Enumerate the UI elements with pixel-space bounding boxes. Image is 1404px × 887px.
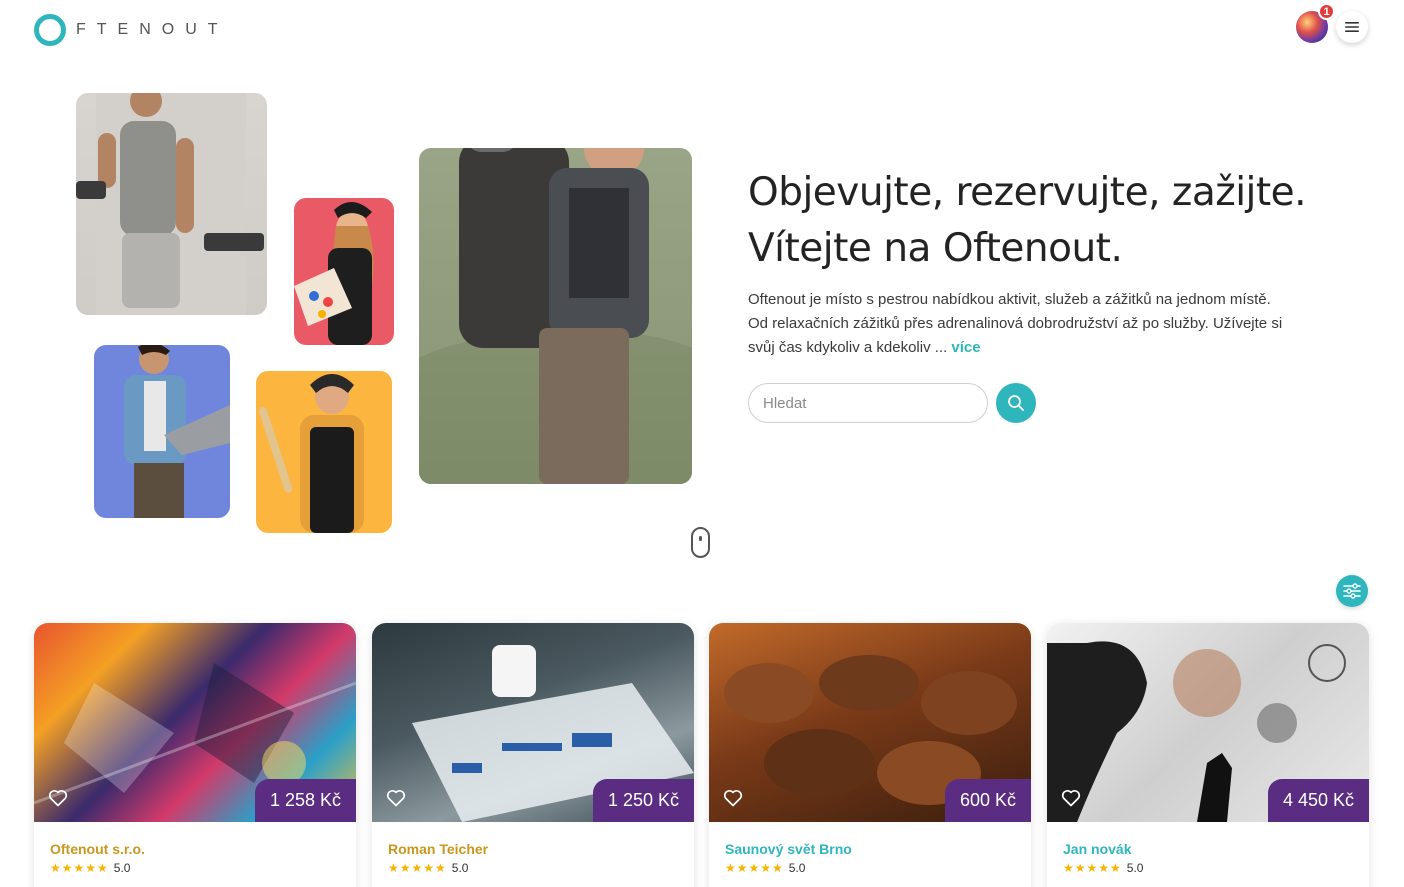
provider-name[interactable]: Jan novák — [1063, 841, 1131, 857]
rating-value: 5.0 — [451, 861, 469, 875]
rating-value: 5.0 — [113, 861, 131, 875]
offer-card[interactable]: 600 Kč Saunový svět Brno ★★★★★ 5.0 — [709, 623, 1031, 887]
favorite-heart-icon[interactable] — [723, 789, 743, 807]
favorite-heart-icon[interactable] — [48, 789, 68, 807]
rating: ★★★★★ 5.0 — [388, 861, 468, 875]
rating: ★★★★★ 5.0 — [725, 861, 805, 875]
rating-value: 5.0 — [1126, 861, 1144, 875]
cooking-person-illustration — [259, 374, 364, 533]
favorite-heart-icon[interactable] — [386, 789, 406, 807]
rating-value: 5.0 — [788, 861, 806, 875]
rating-stars-icon: ★★★★★ — [388, 861, 447, 875]
price-badge: 1 258 Kč — [254, 779, 356, 822]
painter-person-illustration — [294, 201, 374, 345]
rating-stars-icon: ★★★★★ — [1063, 861, 1122, 875]
hero-title: Objevujte, rezervujte, zažijte. Vítejte … — [748, 165, 1368, 277]
hero-description: Oftenout je místo s pestrou nabídkou akt… — [748, 288, 1293, 360]
rating-stars-icon: ★★★★★ — [725, 861, 784, 875]
price-badge: 1 250 Kč — [592, 779, 694, 822]
hero-image-cooking — [256, 371, 392, 533]
hero-title-line-2: Vítejte na Oftenout. — [748, 226, 1123, 271]
hero-image-painting — [294, 198, 394, 345]
rating: ★★★★★ 5.0 — [1063, 861, 1143, 875]
provider-name[interactable]: Saunový svět Brno — [725, 841, 852, 857]
rating: ★★★★★ 5.0 — [50, 861, 130, 875]
sliders-icon — [1343, 583, 1361, 599]
hamburger-icon — [1345, 22, 1359, 32]
hero-image-laptop — [94, 345, 230, 518]
hiker-person-illustration — [419, 148, 692, 484]
user-avatar-button[interactable]: 1 — [1296, 3, 1335, 43]
hero-image-hiking — [419, 148, 692, 484]
search-icon — [1008, 395, 1024, 411]
filter-button[interactable] — [1336, 575, 1368, 607]
hero-description-text: Oftenout je místo s pestrou nabídkou akt… — [748, 291, 1283, 356]
offer-card[interactable]: 1 250 Kč Roman Teicher ★★★★★ 5.0 — [372, 623, 694, 887]
hero-title-line-1: Objevujte, rezervujte, zažijte. — [748, 170, 1307, 215]
notification-badge: 1 — [1318, 3, 1335, 20]
fitness-person-illustration — [76, 93, 264, 315]
offer-card[interactable]: 1 258 Kč Oftenout s.r.o. ★★★★★ 5.0 — [34, 623, 356, 887]
provider-name[interactable]: Oftenout s.r.o. — [50, 841, 145, 857]
scroll-wheel-dot — [699, 536, 702, 541]
menu-button[interactable] — [1336, 11, 1368, 43]
more-link[interactable]: více — [951, 339, 980, 356]
price-badge: 4 450 Kč — [1267, 779, 1369, 822]
scroll-mouse-icon[interactable] — [691, 527, 710, 558]
hero-image-fitness — [76, 93, 267, 315]
search-button[interactable] — [996, 383, 1036, 423]
rating-stars-icon: ★★★★★ — [50, 861, 109, 875]
logo[interactable]: FTENOUT — [34, 14, 229, 46]
laptop-person-illustration — [124, 345, 230, 518]
offer-card[interactable]: 4 450 Kč Jan novák ★★★★★ 5.0 — [1047, 623, 1369, 887]
favorite-heart-icon[interactable] — [1061, 789, 1081, 807]
price-badge: 600 Kč — [944, 779, 1031, 822]
logo-text: FTENOUT — [76, 21, 229, 38]
logo-ring-icon — [34, 14, 66, 46]
provider-name[interactable]: Roman Teicher — [388, 841, 488, 857]
search-input[interactable] — [748, 383, 988, 423]
